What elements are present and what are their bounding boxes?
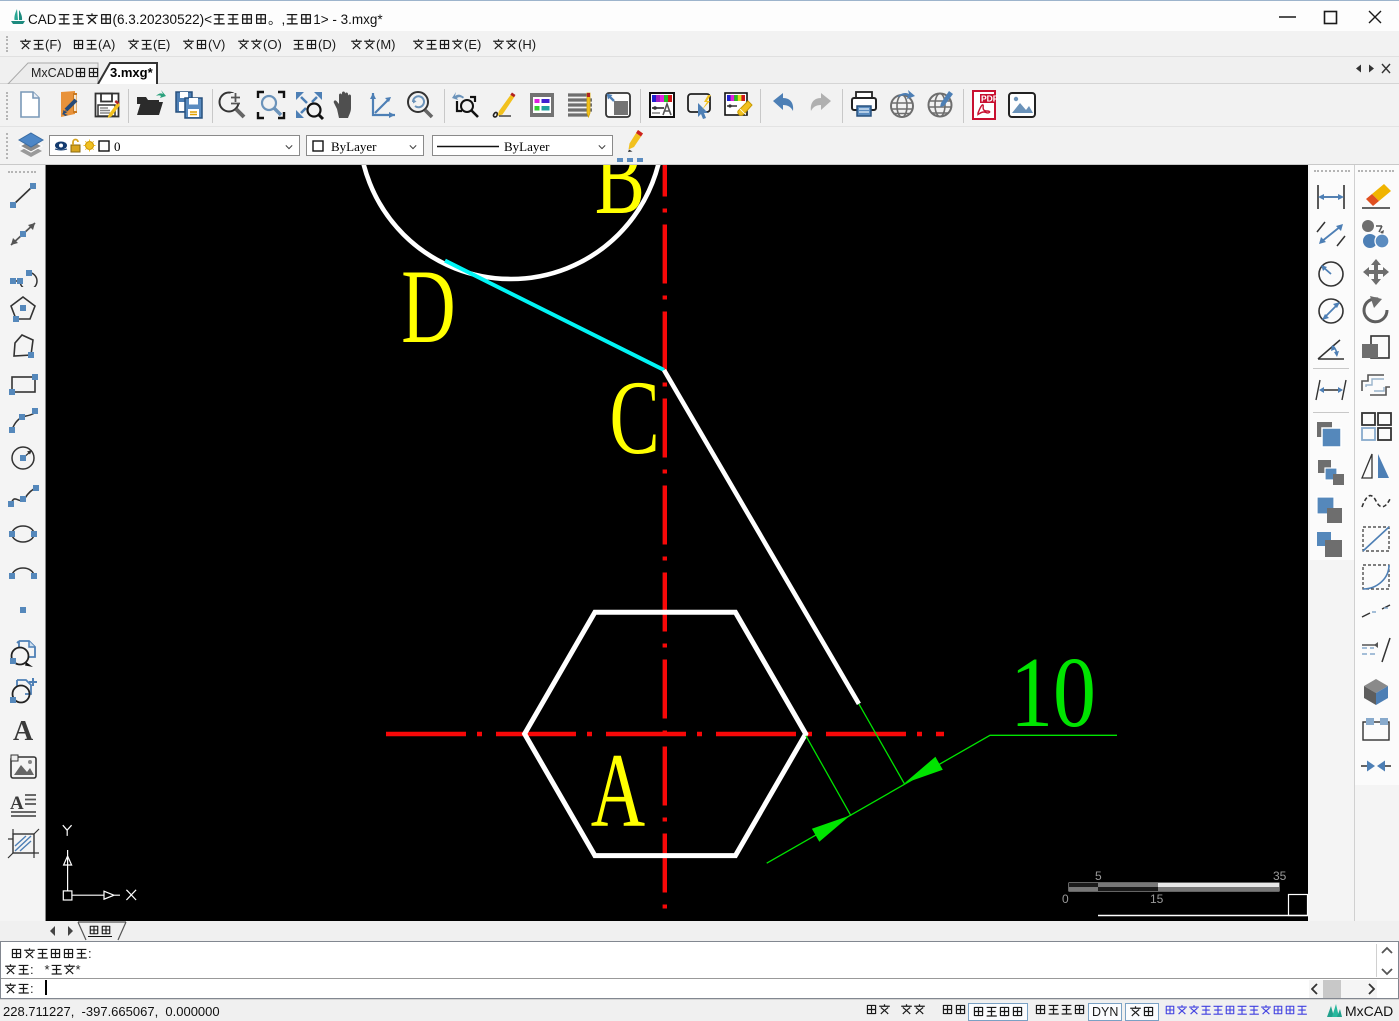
svg-text:15: 15: [1150, 892, 1164, 906]
svg-text:PDF: PDF: [981, 94, 998, 104]
svg-text:10: 10: [1010, 637, 1096, 749]
svg-text:D: D: [401, 247, 455, 365]
svg-text:A: A: [13, 716, 34, 745]
svg-text:B: B: [595, 165, 645, 236]
svg-text:5: 5: [1095, 869, 1102, 883]
svg-text:0: 0: [1062, 892, 1069, 906]
svg-text:A: A: [591, 731, 645, 849]
svg-text:35: 35: [1273, 869, 1287, 883]
svg-text:C: C: [610, 358, 660, 476]
svg-text:A: A: [10, 793, 24, 814]
